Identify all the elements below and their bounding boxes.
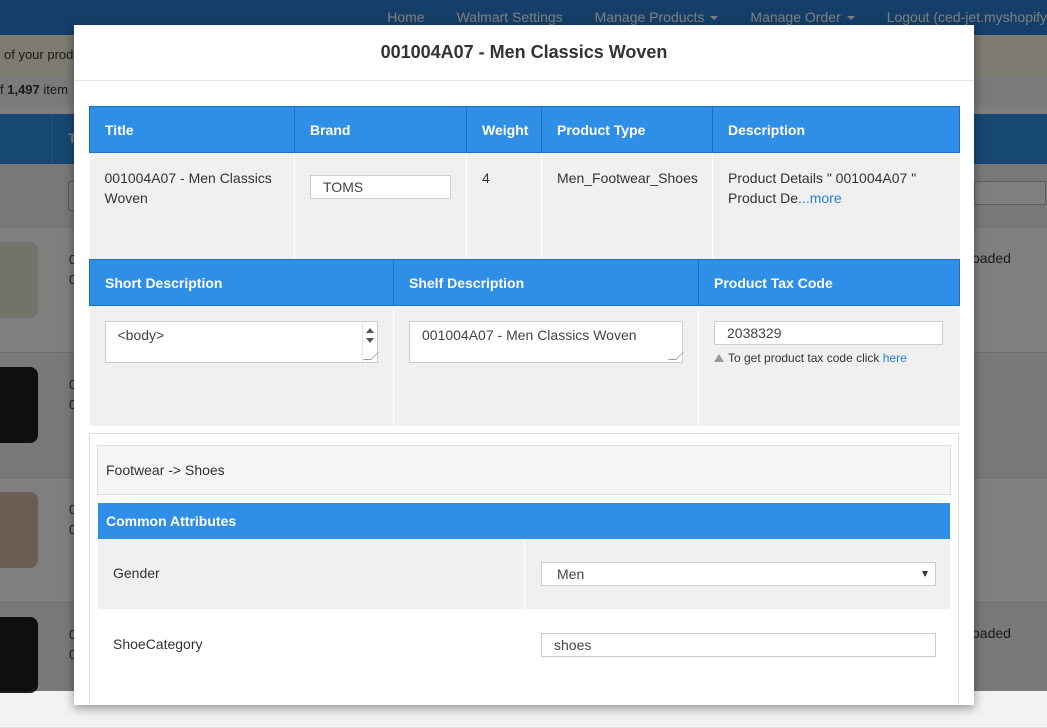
gender-label: Gender <box>113 565 160 581</box>
resize-handle-icon[interactable] <box>668 352 684 360</box>
gender-select[interactable]: Men <box>541 562 936 586</box>
product-edit-modal: 001004A07 - Men Classics Woven Title Bra… <box>74 25 974 705</box>
scroll-down-arrow-icon[interactable] <box>365 338 374 343</box>
product-tax-code-cell: To get product tax code click here <box>698 305 960 426</box>
product-type-value: Men_Footwear_Shoes <box>557 170 698 186</box>
gender-selected-value: Men <box>557 566 585 582</box>
column-header-brand: Brand <box>294 106 467 153</box>
weight-cell: 4 <box>466 152 542 259</box>
warning-triangle-icon <box>714 354 724 362</box>
tax-code-hint: To get product tax code click here <box>714 350 945 366</box>
shoecategory-input[interactable] <box>541 633 936 657</box>
common-attributes-title: Common Attributes <box>106 513 237 529</box>
tax-hint-text: To get product tax code click <box>728 351 883 365</box>
column-header-title: Title <box>89 106 295 153</box>
category-path: Footwear -> Shoes <box>106 462 225 478</box>
title-value: 001004A07 - Men Classics Woven <box>104 170 272 206</box>
column-header-product-tax-code: Product Tax Code <box>698 259 960 306</box>
attribute-row-gender: Gender Men <box>98 539 950 609</box>
dropdown-arrow-icon <box>922 571 928 577</box>
attribute-value-cell <box>525 610 950 680</box>
short-description-textarea[interactable]: <body> <box>104 321 379 363</box>
common-attributes-header: Common Attributes <box>98 503 950 539</box>
shelf-description-textarea[interactable]: 001004A07 - Men Classics Woven <box>409 321 684 363</box>
category-attributes-panel: Footwear -> Shoes Common Attributes Gend… <box>89 433 959 705</box>
descriptions-header-row: Short Description Shelf Description Prod… <box>89 259 960 306</box>
column-header-product-type: Product Type <box>541 106 713 153</box>
tax-code-here-link[interactable]: here <box>883 351 907 365</box>
product-tax-code-input[interactable] <box>714 321 943 345</box>
column-header-weight: Weight <box>466 106 542 153</box>
column-header-shelf-description: Shelf Description <box>393 259 699 306</box>
weight-value: 4 <box>482 170 490 186</box>
scroll-up-arrow-icon[interactable] <box>365 328 374 333</box>
modal-title: 001004A07 - Men Classics Woven <box>380 42 668 62</box>
descriptions-table: Short Description Shelf Description Prod… <box>89 259 960 426</box>
column-header-short-description: Short Description <box>89 259 394 306</box>
attribute-value-cell: Men <box>525 539 950 609</box>
modal-header: 001004A07 - Men Classics Woven <box>74 25 974 81</box>
attribute-label-cell: ShoeCategory <box>98 610 524 680</box>
attribute-row-shoecategory: ShoeCategory <box>98 610 950 680</box>
description-cell: Product Details " 001004A07 " Product De… <box>712 152 960 259</box>
shoecategory-label: ShoeCategory <box>113 636 203 652</box>
category-breadcrumb: Footwear -> Shoes <box>97 445 951 495</box>
descriptions-row: <body> 001004A07 - Men Classics Woven 20… <box>89 305 960 426</box>
product-type-cell: Men_Footwear_Shoes <box>541 152 713 259</box>
product-info-row: 001004A07 - Men Classics Woven 4 Men_Foo… <box>89 152 960 259</box>
brand-cell <box>294 152 467 259</box>
short-description-value: <body> <box>117 327 165 343</box>
shelf-description-cell: 001004A07 - Men Classics Woven <box>393 305 699 426</box>
title-cell: 001004A07 - Men Classics Woven <box>89 152 295 259</box>
product-info-table: Title Brand Weight Product Type Descript… <box>89 106 960 259</box>
shelf-description-value: 001004A07 - Men Classics Woven <box>422 327 637 343</box>
attribute-label-cell: Gender <box>98 539 524 609</box>
column-header-description: Description <box>712 106 960 153</box>
product-info-header-row: Title Brand Weight Product Type Descript… <box>89 106 960 153</box>
short-description-cell: <body> <box>89 305 394 426</box>
brand-input[interactable] <box>310 175 451 199</box>
description-more-link[interactable]: ...more <box>798 190 842 206</box>
